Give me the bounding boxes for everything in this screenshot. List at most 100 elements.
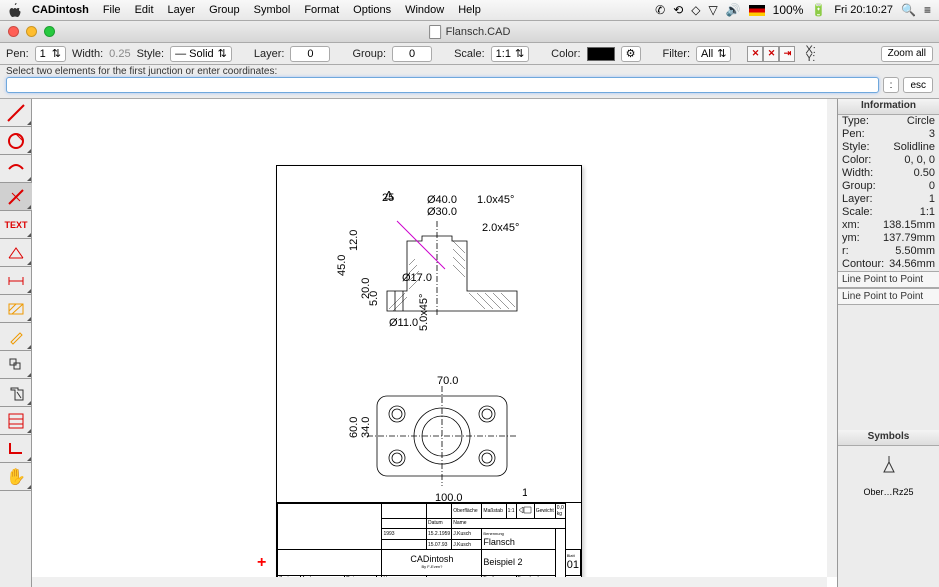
- settings-icon[interactable]: ⚙: [621, 46, 641, 62]
- svg-text:12.0: 12.0: [348, 230, 360, 251]
- spotlight-icon[interactable]: 🔍: [901, 3, 916, 17]
- command-bar: Select two elements for the first juncti…: [0, 65, 939, 99]
- info-row: Scale:1:1: [838, 206, 939, 219]
- menu-group[interactable]: Group: [209, 4, 240, 16]
- window-zoom-button[interactable]: [44, 26, 55, 37]
- dropdown-icon[interactable]: ◇: [691, 3, 700, 17]
- info-row: Width:0.50: [838, 167, 939, 180]
- menu-window[interactable]: Window: [405, 4, 444, 16]
- svg-text:Ø11.0: Ø11.0: [389, 317, 418, 329]
- snap-btn-1[interactable]: ✕: [747, 46, 763, 62]
- toolbar: Pen: 1⇅ Width: 0.25 Style: — Solid ⇅ Lay…: [0, 43, 939, 65]
- svg-text:45.0: 45.0: [336, 255, 348, 276]
- rect-tool[interactable]: [0, 239, 32, 267]
- notifications-icon[interactable]: ≡: [924, 3, 931, 17]
- window-minimize-button[interactable]: [26, 26, 37, 37]
- svg-text:60.0: 60.0: [348, 417, 360, 438]
- layer-field[interactable]: 0: [290, 46, 330, 62]
- esc-button[interactable]: esc: [903, 77, 933, 93]
- horizontal-scrollbar[interactable]: [32, 577, 827, 587]
- text-tool[interactable]: TEXT: [0, 211, 32, 239]
- scale-select[interactable]: 1:1 ⇅: [491, 46, 530, 62]
- menu-format[interactable]: Format: [304, 4, 339, 16]
- snap-btn-2[interactable]: ✕: [763, 46, 779, 62]
- width-value: 0.25: [109, 48, 130, 60]
- phone-icon[interactable]: ✆: [655, 3, 665, 17]
- menu-layer[interactable]: Layer: [168, 4, 196, 16]
- info-row: Color:0, 0, 0: [838, 154, 939, 167]
- color-label: Color:: [551, 48, 580, 60]
- color-swatch[interactable]: [587, 47, 615, 61]
- info-row: Layer:1: [838, 193, 939, 206]
- window-title: Flansch.CAD: [446, 26, 511, 38]
- pan-tool[interactable]: ✋: [0, 463, 32, 491]
- delete-tool[interactable]: [0, 379, 32, 407]
- clock[interactable]: Fri 20:10:27: [834, 4, 893, 16]
- vertical-scrollbar[interactable]: [827, 99, 837, 577]
- info-panel: Information Type:CirclePen:3Style:Solidl…: [837, 99, 939, 587]
- info-row: Contour:34.56mm: [838, 258, 939, 271]
- info-row: xm:138.15mm: [838, 219, 939, 232]
- dimension-tool[interactable]: [0, 267, 32, 295]
- info-row: ym:137.79mm: [838, 232, 939, 245]
- window-close-button[interactable]: [8, 26, 19, 37]
- svg-text:34.0: 34.0: [360, 417, 372, 438]
- info-panel-title: Information: [838, 99, 939, 115]
- svg-text:1.0x45°: 1.0x45°: [477, 194, 514, 206]
- document-icon: [429, 25, 441, 39]
- layer-label: Layer:: [254, 48, 285, 60]
- symbol-tool[interactable]: [0, 351, 32, 379]
- zoom-all-button[interactable]: Zoom all: [881, 46, 933, 62]
- wifi-icon[interactable]: ▽: [708, 3, 717, 17]
- svg-text:5.0: 5.0: [368, 291, 380, 306]
- symbols-panel-title: Symbols: [838, 430, 939, 446]
- circle-tool[interactable]: [0, 127, 32, 155]
- command-hint: Select two elements for the first juncti…: [6, 66, 933, 77]
- pen-field[interactable]: 1⇅: [35, 46, 66, 62]
- canvas[interactable]: 25 Ø40.0 1.0x45° Ø30.0 2.0x45° 12.0 45.0…: [32, 99, 837, 587]
- arc-tool[interactable]: [0, 155, 32, 183]
- line-tool[interactable]: [0, 99, 32, 127]
- app-name[interactable]: CADintosh: [32, 4, 89, 16]
- svg-text:Ø40.0: Ø40.0: [427, 194, 457, 206]
- corner-tool[interactable]: [0, 435, 32, 463]
- menu-help[interactable]: Help: [458, 4, 481, 16]
- width-label: Width:: [72, 48, 103, 60]
- menu-bar: CADintosh File Edit Layer Group Symbol F…: [0, 0, 939, 21]
- tool-palette: TEXT ✋: [0, 99, 32, 587]
- menu-options[interactable]: Options: [353, 4, 391, 16]
- svg-text:5.0x45°: 5.0x45°: [418, 294, 430, 331]
- drawing-page: 25 Ø40.0 1.0x45° Ø30.0 2.0x45° 12.0 45.0…: [276, 165, 582, 585]
- symbol-preview[interactable]: [874, 454, 904, 478]
- svg-text:Ø30.0: Ø30.0: [427, 206, 457, 218]
- scale-label: Scale:: [454, 48, 485, 60]
- hatch-tool[interactable]: [0, 295, 32, 323]
- edit-tool[interactable]: [0, 323, 32, 351]
- title-block: OberflächeMaßstab 1:1 Gewicht0,0 kg Datu…: [277, 502, 581, 584]
- apple-icon[interactable]: [8, 3, 22, 17]
- battery-icon[interactable]: 🔋: [811, 3, 826, 17]
- info-section-1[interactable]: Line Point to Point: [838, 271, 939, 288]
- menu-symbol[interactable]: Symbol: [254, 4, 291, 16]
- style-select[interactable]: — Solid ⇅: [170, 46, 232, 62]
- info-section-2[interactable]: Line Point to Point: [838, 288, 939, 305]
- info-row: Type:Circle: [838, 115, 939, 128]
- fill-tool[interactable]: [0, 407, 32, 435]
- sync-icon[interactable]: ⟲: [673, 3, 683, 17]
- title-bar: Flansch.CAD: [0, 21, 939, 43]
- symbol-label: Ober…Rz25: [846, 487, 931, 497]
- info-row: r:5.50mm: [838, 245, 939, 258]
- battery-text[interactable]: 100%: [773, 3, 804, 17]
- group-field[interactable]: 0: [392, 46, 432, 62]
- run-button[interactable]: :: [883, 77, 900, 93]
- info-row: Group:0: [838, 180, 939, 193]
- snap-btn-3[interactable]: ⇥: [779, 46, 795, 62]
- flag-icon[interactable]: [749, 5, 765, 16]
- trim-tool[interactable]: [0, 183, 32, 211]
- command-input[interactable]: [6, 77, 879, 93]
- menu-edit[interactable]: Edit: [135, 4, 154, 16]
- volume-icon[interactable]: 🔊: [726, 3, 741, 17]
- menu-file[interactable]: File: [103, 4, 121, 16]
- svg-text:2.0x45°: 2.0x45°: [482, 222, 519, 234]
- filter-select[interactable]: All ⇅: [696, 46, 731, 62]
